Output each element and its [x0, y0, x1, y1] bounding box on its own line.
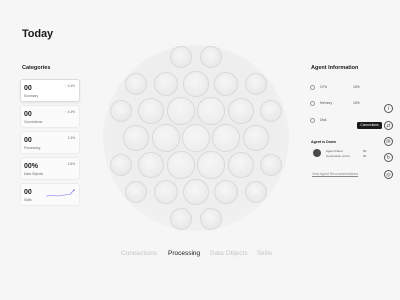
category-value: 00	[24, 85, 32, 92]
agent-down-row[interactable]: Agent linked 00 Connection errors 00	[313, 147, 373, 161]
node-bubble[interactable]	[152, 124, 180, 152]
category-delta: ↑ 4.4%	[64, 110, 75, 114]
metric-value: 15%	[353, 101, 360, 105]
chat-icon[interactable]: ✉	[384, 137, 393, 146]
sphere-icon[interactable]: ◎	[384, 170, 393, 179]
node-bubble[interactable]	[199, 207, 223, 231]
node-bubble[interactable]	[169, 45, 193, 69]
node-bubble[interactable]	[197, 97, 225, 125]
node-bubble[interactable]	[212, 124, 240, 152]
connection-errors-label: Connection errors	[326, 154, 350, 158]
category-label: Processing	[24, 146, 41, 150]
connections-tooltip: Connections	[357, 122, 382, 129]
category-card-summary[interactable]: 00 ↑ 3.4% Summary	[20, 79, 80, 102]
agent-linked-value: 00	[363, 149, 367, 153]
category-value: 00	[24, 137, 32, 144]
tab-connections[interactable]: Connections	[121, 249, 157, 259]
node-bubble[interactable]	[197, 151, 225, 179]
node-bubble[interactable]	[199, 45, 223, 69]
category-value: 00	[24, 189, 32, 196]
sparkline-icon	[46, 189, 75, 197]
category-card-processing[interactable]: 00 1.3% Processing	[20, 131, 80, 154]
node-bubble[interactable]	[213, 71, 239, 97]
category-label: Skills	[24, 198, 32, 202]
node-bubble[interactable]	[138, 152, 164, 178]
node-bubble[interactable]	[244, 180, 268, 204]
metric-label: Disk	[320, 118, 327, 122]
node-bubble[interactable]	[124, 72, 148, 96]
node-bubble[interactable]	[243, 125, 269, 151]
metric-memory: Memory 15%	[310, 101, 364, 109]
node-bubble[interactable]	[259, 99, 283, 123]
agent-avatar	[313, 149, 321, 157]
category-label: Summary	[24, 94, 39, 98]
tab-data-objects[interactable]: Data Objects	[210, 249, 248, 259]
node-bubble[interactable]	[228, 152, 254, 178]
tab-processing[interactable]: Processing	[168, 249, 200, 259]
category-value: 00%	[24, 163, 39, 170]
category-list: 00 ↑ 3.4% Summary 00 ↑ 4.4% Connections …	[20, 79, 80, 209]
category-value: 00	[24, 111, 32, 118]
category-card-skills[interactable]: 00 Skills	[20, 183, 80, 206]
category-delta: ↑ 3.4%	[64, 84, 75, 88]
node-bubble[interactable]	[183, 71, 209, 97]
node-bubble[interactable]	[244, 72, 268, 96]
refresh-icon[interactable]: ↻	[384, 153, 393, 162]
category-delta: 1.8%	[67, 162, 75, 166]
node-bubble[interactable]	[109, 99, 133, 123]
disk-icon	[310, 118, 315, 123]
node-bubble[interactable]	[153, 179, 179, 205]
info-icon[interactable]: i	[384, 104, 393, 113]
memory-icon	[310, 101, 315, 106]
category-card-data-objects[interactable]: 00% 1.8% Data Objects	[20, 157, 80, 180]
node-bubble[interactable]	[167, 151, 195, 179]
metric-value: 15%	[353, 85, 360, 89]
tab-skills[interactable]: Skills	[257, 249, 272, 259]
agent-down-title: Agent is Down	[311, 140, 336, 144]
node-sphere[interactable]	[103, 45, 289, 231]
categories-heading: Categories	[22, 65, 51, 71]
node-bubble[interactable]	[213, 179, 239, 205]
node-bubble[interactable]	[109, 153, 133, 177]
category-label: Connections	[24, 120, 43, 124]
metric-cpu: CPU 15%	[310, 85, 364, 93]
metric-label: CPU	[320, 85, 328, 89]
category-delta: 1.3%	[67, 136, 75, 140]
agent-linked-label: Agent linked	[326, 149, 343, 153]
metric-label: Memory	[320, 101, 333, 105]
node-bubble[interactable]	[182, 124, 210, 152]
node-bubble[interactable]	[183, 179, 209, 205]
metric-disk: Disk	[310, 118, 364, 126]
node-bubble[interactable]	[153, 71, 179, 97]
connections-icon[interactable]: ⇄	[384, 121, 393, 130]
cpu-icon	[310, 85, 315, 90]
node-bubble[interactable]	[138, 98, 164, 124]
node-bubble[interactable]	[259, 153, 283, 177]
connection-errors-value: 00	[363, 154, 367, 158]
view-recommendations-link[interactable]: View Agent Recommendations	[312, 172, 358, 176]
node-bubble[interactable]	[169, 207, 193, 231]
node-bubble[interactable]	[228, 98, 254, 124]
agent-info-title: Agent Information	[311, 65, 359, 71]
category-label: Data Objects	[24, 172, 44, 176]
node-bubble[interactable]	[123, 125, 149, 151]
view-tabs: Connections Processing Data Objects Skil…	[0, 249, 400, 259]
node-bubble[interactable]	[124, 180, 148, 204]
node-bubble[interactable]	[167, 97, 195, 125]
page-title: Today	[22, 28, 54, 40]
category-card-connections[interactable]: 00 ↑ 4.4% Connections	[20, 105, 80, 128]
